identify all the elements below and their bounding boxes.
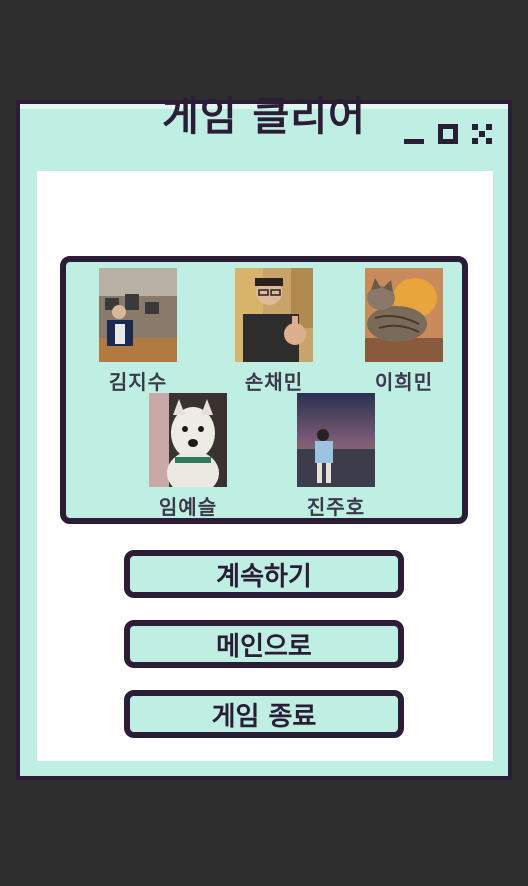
- person-thumbs-up-photo: [235, 268, 313, 362]
- member-name: 이희민: [374, 370, 434, 394]
- person-in-cafe-photo: [99, 268, 177, 362]
- member-card: 김지수: [98, 268, 178, 395]
- person-at-sunset-photo: [297, 393, 375, 487]
- quit-game-button[interactable]: 게임 종료: [124, 690, 404, 738]
- member-name: 손채민: [244, 370, 304, 394]
- main-menu-button[interactable]: 메인으로: [124, 620, 404, 668]
- member-card: 진주호: [296, 393, 376, 520]
- continue-button[interactable]: 계속하기: [124, 550, 404, 598]
- white-dog-photo: [149, 393, 227, 487]
- member-card: 이희민: [364, 268, 444, 395]
- sleeping-cat-photo: [365, 268, 443, 362]
- member-card: 손채민: [234, 268, 314, 395]
- page-title: 게임 클리어: [162, 94, 366, 140]
- member-name: 진주호: [306, 495, 366, 519]
- member-name: 임예슬: [158, 495, 218, 519]
- team-board: 김지수 손채민 이희민 임예슬 진주호: [60, 256, 468, 524]
- member-name: 김지수: [108, 370, 168, 394]
- member-card: 임예슬: [148, 393, 228, 520]
